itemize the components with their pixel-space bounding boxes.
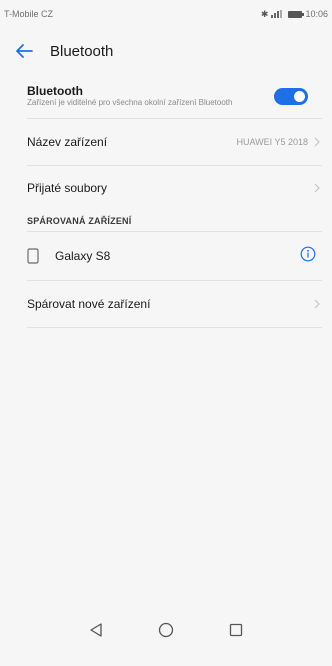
device-name-value: HUAWEI Y5 2018	[236, 137, 308, 147]
recents-square-icon	[229, 623, 243, 637]
info-icon[interactable]	[300, 246, 316, 267]
signal-icon	[271, 10, 285, 18]
chevron-right-icon	[312, 183, 322, 193]
bluetooth-title: Bluetooth	[27, 83, 83, 98]
chevron-right-icon	[312, 299, 322, 309]
clock: 10:06	[305, 9, 328, 19]
back-triangle-icon	[90, 623, 102, 637]
nav-back-button[interactable]	[61, 610, 131, 650]
paired-device-name: Galaxy S8	[55, 249, 111, 263]
bluetooth-switch[interactable]	[274, 87, 308, 105]
device-name-row[interactable]: Název zařízení HUAWEI Y5 2018	[0, 119, 332, 165]
bluetooth-subtitle: Zařízení je viditelné pro všechna okolní…	[27, 97, 233, 107]
chevron-right-icon	[312, 137, 322, 147]
nav-home-button[interactable]	[131, 610, 201, 650]
bluetooth-status-icon: ✱	[260, 8, 269, 19]
bluetooth-texts: Bluetooth Zařízení je viditelné pro všec…	[27, 83, 274, 108]
carrier-label: T-Mobile CZ	[4, 9, 54, 19]
navigation-bar	[0, 606, 332, 654]
received-files-label: Přijaté soubory	[27, 181, 108, 195]
device-name-label: Název zařízení	[27, 135, 108, 149]
phone-icon	[27, 248, 55, 264]
back-button[interactable]	[0, 28, 48, 74]
status-bar: T-Mobile CZ ✱ 10:06	[0, 0, 332, 28]
switch-knob	[294, 90, 305, 102]
received-files-row[interactable]: Přijaté soubory	[0, 166, 332, 210]
pair-new-device-row[interactable]: Spárovat nové zařízení	[0, 281, 332, 327]
pair-new-device-label: Spárovat nové zařízení	[27, 297, 151, 311]
bluetooth-toggle-row[interactable]: Bluetooth Zařízení je viditelné pro všec…	[0, 74, 332, 118]
divider	[27, 327, 322, 328]
app-bar: Bluetooth	[0, 28, 332, 74]
page-title: Bluetooth	[50, 42, 114, 60]
home-circle-icon	[158, 622, 174, 638]
paired-devices-header: SPÁROVANÁ ZAŘÍZENÍ	[27, 216, 132, 226]
nav-recents-button[interactable]	[201, 610, 271, 650]
status-icons: ✱ 10:06	[261, 9, 328, 20]
settings-screen: T-Mobile CZ ✱ 10:06 Bluetooth Bluetooth …	[0, 0, 332, 666]
battery-icon	[288, 10, 305, 18]
paired-device-row[interactable]: Galaxy S8	[0, 232, 332, 280]
arrow-left-icon	[16, 44, 33, 58]
